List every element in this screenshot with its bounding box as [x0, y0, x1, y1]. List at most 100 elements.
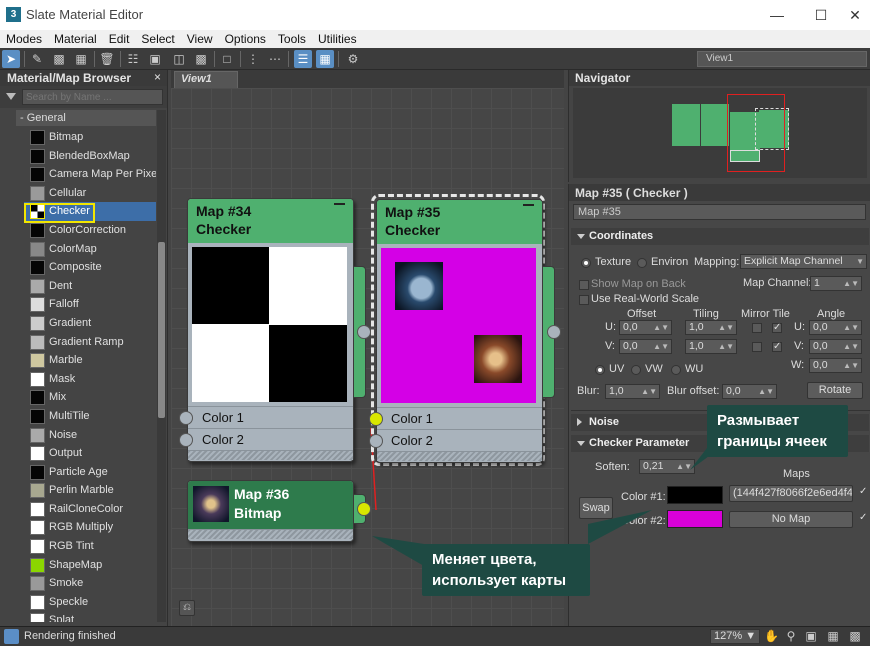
list-item[interactable]: Perlin Marble	[24, 481, 156, 500]
menu-select[interactable]: Select	[135, 30, 180, 46]
color2-map-button[interactable]: No Map	[729, 511, 853, 528]
color1-swatch[interactable]	[667, 486, 723, 504]
list-item[interactable]: RGB Tint	[24, 537, 156, 556]
list-item[interactable]: MultiTile	[24, 407, 156, 426]
blur-offset-spinner[interactable]: 0,0 ▲▼	[722, 384, 777, 399]
nav-viewport-frame[interactable]	[727, 94, 785, 172]
minimize-button[interactable]: —	[762, 4, 792, 26]
list-item[interactable]: Output	[24, 444, 156, 463]
close-icon[interactable]: ×	[154, 70, 161, 84]
wu-radio[interactable]	[671, 365, 681, 375]
hide-unused-slots-icon[interactable]: ▣	[146, 50, 164, 68]
node-header[interactable]: Map #36 Bitmap	[188, 481, 353, 529]
lock-icon[interactable]: ⎌	[179, 600, 195, 616]
v-mirror-checkbox[interactable]	[752, 342, 762, 352]
environ-radio[interactable]	[637, 258, 647, 268]
minimize-icon[interactable]	[523, 204, 534, 206]
use-real-world-checkbox[interactable]	[579, 295, 589, 305]
v-angle-spinner[interactable]: 0,0 ▲▼	[809, 339, 862, 354]
zoom-icon[interactable]: ⚲	[784, 629, 798, 644]
list-item[interactable]: Noise	[24, 426, 156, 445]
assign-material-icon[interactable]: ▩	[50, 50, 68, 68]
slot-color1[interactable]: Color 1	[188, 406, 353, 428]
slot-color2[interactable]: Color 2	[188, 428, 353, 450]
color2-swatch[interactable]	[667, 510, 723, 528]
output-port[interactable]	[547, 325, 561, 339]
menu-edit[interactable]: Edit	[103, 30, 136, 46]
rollout-coordinates[interactable]: Coordinates	[571, 228, 869, 245]
list-item[interactable]: Gradient Ramp	[24, 333, 156, 352]
list-item[interactable]: ColorMap	[24, 240, 156, 259]
list-item[interactable]: Smoke	[24, 574, 156, 593]
input-port-color2[interactable]	[369, 434, 383, 448]
node-resize-bar[interactable]	[188, 529, 353, 539]
select-by-material-icon[interactable]: ⚙	[344, 50, 362, 68]
u-angle-spinner[interactable]: 0,0 ▲▼	[809, 320, 862, 335]
v-tiling-spinner[interactable]: 1,0 ▲▼	[685, 339, 737, 354]
v-tile-checkbox[interactable]: ✓	[772, 342, 782, 352]
list-item[interactable]: Dent	[24, 277, 156, 296]
list-item[interactable]: Cellular	[24, 184, 156, 203]
list-item[interactable]: RailCloneColor	[24, 500, 156, 519]
u-mirror-checkbox[interactable]	[752, 323, 762, 333]
node-map34[interactable]: Map #34 Checker Color 1 Color 2	[187, 198, 354, 462]
u-offset-spinner[interactable]: 0,0 ▲▼	[619, 320, 672, 335]
slot-color2[interactable]: Color 2	[377, 429, 542, 451]
minimize-icon[interactable]	[334, 203, 345, 205]
list-item[interactable]: Bitmap	[24, 128, 156, 147]
list-item[interactable]: Composite	[24, 258, 156, 277]
v-offset-spinner[interactable]: 0,0 ▲▼	[619, 339, 672, 354]
select-tool-icon[interactable]: ➤	[2, 50, 20, 68]
menu-tools[interactable]: Tools	[272, 30, 312, 46]
map2-enabled-check[interactable]: ✓	[859, 512, 867, 523]
soften-spinner[interactable]: 0,21 ▲▼	[639, 459, 695, 474]
list-item[interactable]: Gradient	[24, 314, 156, 333]
node-map35[interactable]: Map #35 Checker Color 1 Color 2	[376, 199, 543, 463]
list-item[interactable]: Falloff	[24, 295, 156, 314]
input-port-color1[interactable]	[179, 411, 193, 425]
menu-utilities[interactable]: Utilities	[312, 30, 363, 46]
node-resize-bar[interactable]	[377, 451, 542, 461]
mapping-dropdown[interactable]: Explicit Map Channel ▼	[740, 254, 867, 269]
group-header-general[interactable]: - General	[16, 110, 156, 126]
options-dropdown-icon[interactable]	[6, 93, 16, 100]
output-port[interactable]	[357, 325, 371, 339]
rotate-button[interactable]: Rotate	[807, 382, 863, 399]
view-selector[interactable]: View1	[697, 51, 867, 67]
w-angle-spinner[interactable]: 0,0 ▲▼	[809, 358, 862, 373]
menu-view[interactable]: View	[181, 30, 219, 46]
parameter-editor-icon[interactable]: ▦	[316, 50, 334, 68]
list-item[interactable]: ShapeMap	[24, 556, 156, 575]
list-item[interactable]: BlendedBoxMap	[24, 147, 156, 166]
scrollbar-thumb[interactable]	[158, 242, 165, 418]
show-map-in-viewport-icon[interactable]: ◫	[170, 50, 188, 68]
browser-scrollbar[interactable]	[157, 110, 166, 622]
texture-radio[interactable]	[581, 258, 591, 268]
pan-icon[interactable]: ✋	[764, 629, 779, 644]
material-map-browser-icon[interactable]: ☰	[294, 50, 312, 68]
list-item[interactable]: Mask	[24, 370, 156, 389]
zoom-dropdown[interactable]: 127% ▼	[710, 629, 760, 644]
slot-color1[interactable]: Color 1	[377, 407, 542, 429]
list-item[interactable]: Particle Age	[24, 463, 156, 482]
blur-spinner[interactable]: 1,0 ▲▼	[605, 384, 660, 399]
list-item[interactable]: Splat	[24, 611, 156, 622]
zoom-extents-selected-icon[interactable]: ▩	[848, 629, 862, 644]
color1-map-button[interactable]: (144f427f8066f2e6ed4f4-1	[729, 485, 853, 502]
delete-icon[interactable]: 🗑	[98, 50, 116, 68]
u-tiling-spinner[interactable]: 1,0 ▲▼	[685, 320, 737, 335]
menu-options[interactable]: Options	[219, 30, 272, 46]
node-header[interactable]: Map #34 Checker	[188, 199, 353, 243]
close-button[interactable]: ✕	[840, 4, 870, 26]
map-name-field[interactable]: Map #35	[573, 204, 866, 220]
layout-children-icon[interactable]: ⋯	[266, 50, 284, 68]
move-children-icon[interactable]: ☷	[124, 50, 142, 68]
tab-view1[interactable]: View1	[174, 71, 238, 88]
show-map-on-back-checkbox[interactable]	[579, 280, 589, 290]
list-item[interactable]: Marble	[24, 351, 156, 370]
uv-radio[interactable]	[595, 365, 605, 375]
show-background-icon[interactable]: ▦	[72, 50, 90, 68]
navigator-map[interactable]	[573, 88, 867, 178]
search-input[interactable]	[22, 89, 163, 105]
eyedropper-icon[interactable]: ✎	[28, 50, 46, 68]
